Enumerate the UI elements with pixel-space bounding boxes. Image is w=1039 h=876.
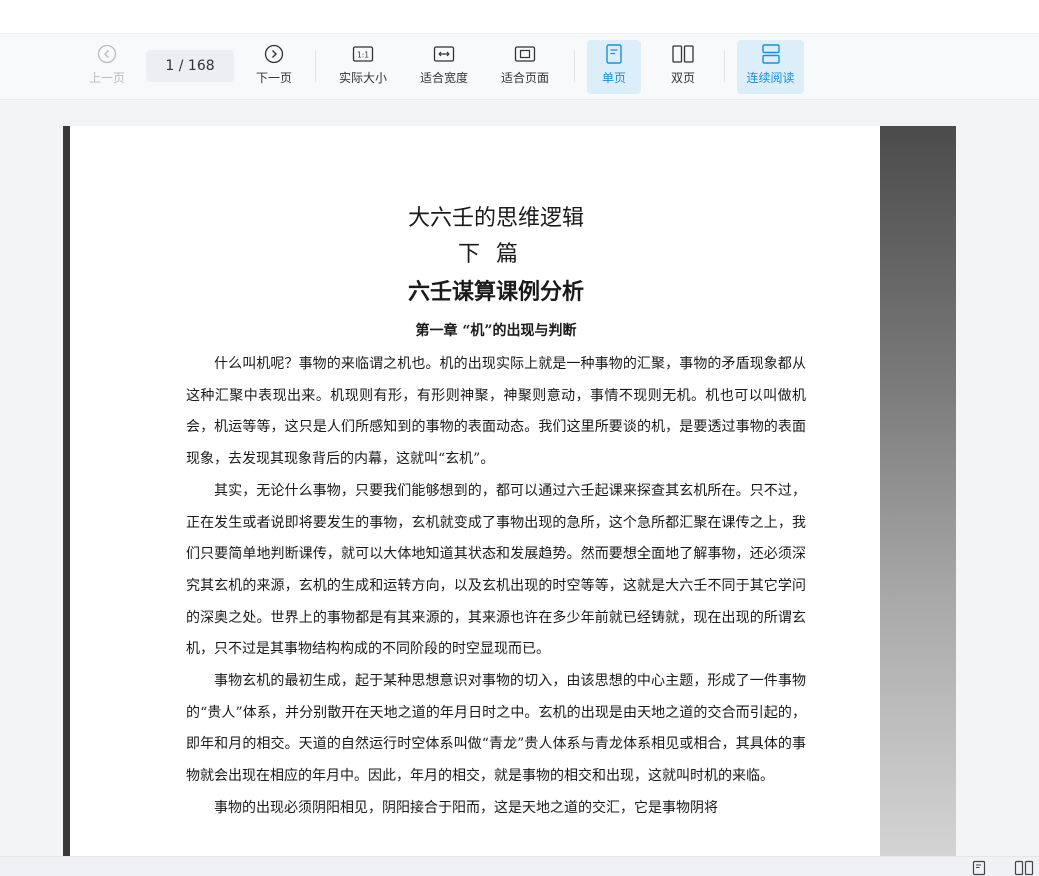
- prev-page-button[interactable]: 上一页: [84, 40, 130, 94]
- fit-width-icon: [433, 42, 455, 66]
- page-content: 大六壬的思维逻辑 下篇 六壬谋算课例分析 第一章 “机”的出现与判断 什么叫机呢…: [186, 197, 806, 825]
- page-total: 168: [187, 58, 215, 74]
- part-title: 下篇: [457, 242, 534, 267]
- paragraph: 事物玄机的最初生成，起于某种思想意识对事物的切入，由该思想的中心主题，形成了一件…: [186, 673, 806, 785]
- prev-page-label: 上一页: [88, 71, 125, 85]
- single-page-icon[interactable]: [972, 860, 986, 876]
- next-page-button[interactable]: 下一页: [251, 40, 297, 94]
- fit-width-button[interactable]: 适合宽度: [414, 40, 474, 94]
- toolbar-separator: [574, 50, 575, 82]
- fit-page-label: 适合页面: [500, 71, 549, 85]
- chevron-left-circle-icon: [97, 42, 117, 66]
- continuous-read-label: 连续阅读: [746, 71, 795, 85]
- page-current: 1: [165, 58, 175, 74]
- paragraph: 事物的出现必须阴阳相见，阴阳接合于阳而，这是天地之道的交汇，它是事物阴将: [214, 799, 718, 816]
- chevron-right-circle-icon: [264, 42, 284, 66]
- paragraph: 什么叫机呢？事物的来临谓之机也。机的出现实际上就是一种事物的汇聚，事物的矛盾现象…: [186, 356, 806, 468]
- page-divider: /: [174, 58, 188, 74]
- chapter-heading: 第一章 “机”的出现与判断: [415, 323, 577, 339]
- document-viewer[interactable]: 大六壬的思维逻辑 下篇 六壬谋算课例分析 第一章 “机”的出现与判断 什么叫机呢…: [0, 100, 1039, 856]
- continuous-read-button[interactable]: 连续阅读: [737, 40, 804, 94]
- double-page-icon: [671, 42, 695, 66]
- status-bar: [0, 856, 1039, 876]
- actual-size-label: 实际大小: [338, 71, 387, 85]
- actual-size-button[interactable]: 1:1 实际大小: [333, 40, 393, 94]
- part-subtitle: 六壬谋算课例分析: [407, 279, 584, 305]
- toolbar-separator: [724, 50, 725, 82]
- fit-page-button[interactable]: 适合页面: [495, 40, 555, 94]
- double-page-button[interactable]: 双页: [656, 40, 710, 94]
- single-page-label: 单页: [601, 71, 626, 85]
- toolbar-separator: [315, 50, 316, 82]
- actual-size-icon: 1:1: [352, 42, 374, 66]
- fit-width-label: 适合宽度: [419, 71, 468, 85]
- top-band: [0, 0, 1039, 34]
- double-page-icon[interactable]: [1014, 860, 1034, 876]
- page-edge-shadow: [63, 126, 70, 856]
- page-background-gradient: [880, 126, 956, 856]
- book-title: 大六壬的思维逻辑: [407, 206, 584, 231]
- actual-size-icon-text: 1:1: [357, 51, 369, 60]
- document-page: 大六壬的思维逻辑 下篇 六壬谋算课例分析 第一章 “机”的出现与判断 什么叫机呢…: [70, 126, 880, 856]
- double-page-label: 双页: [670, 71, 695, 85]
- single-page-icon: [605, 42, 623, 66]
- fit-page-icon: [514, 42, 536, 66]
- continuous-read-icon: [760, 42, 782, 66]
- paragraph: 其实，无论什么事物，只要我们能够想到的，都可以通过六壬起课来探查其玄机所在。只不…: [186, 482, 806, 658]
- next-page-label: 下一页: [255, 71, 292, 85]
- page-indicator[interactable]: 1 / 168: [146, 50, 234, 82]
- single-page-button[interactable]: 单页: [587, 40, 641, 94]
